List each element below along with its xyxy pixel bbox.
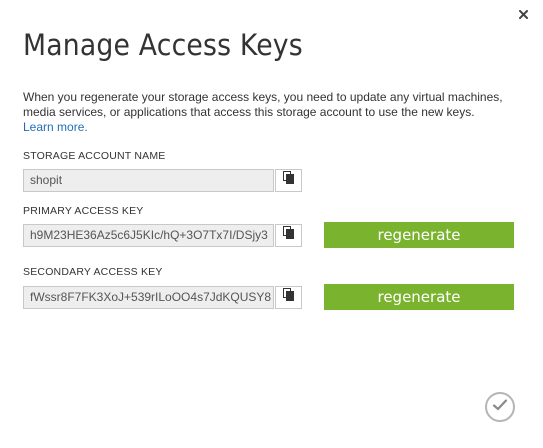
copy-icon [282, 226, 295, 245]
learn-more-link[interactable]: Learn more. [23, 120, 88, 134]
ok-button[interactable] [485, 392, 515, 422]
dialog-title: Manage Access Keys [23, 28, 303, 62]
checkmark-icon [492, 398, 508, 417]
manage-access-keys-dialog: Manage Access Keys When you regenerate y… [0, 0, 543, 448]
primary-access-key-field[interactable]: h9M23HE36Az5c6J5KIc/hQ+3O7Tx7I/DSjy3 [23, 224, 274, 247]
secondary-access-key-field[interactable]: fWssr8F7FK3XoJ+539rILoOO4s7JdKQUSY8 [23, 286, 274, 309]
description-text: When you regenerate your storage access … [23, 90, 503, 119]
dialog-description: When you regenerate your storage access … [23, 90, 513, 135]
copy-icon [282, 288, 295, 307]
close-icon[interactable] [515, 6, 531, 22]
copy-secondary-key-button[interactable] [275, 286, 302, 309]
secondary-access-key-label: SECONDARY ACCESS KEY [23, 266, 163, 278]
regenerate-primary-button[interactable]: regenerate [324, 222, 514, 248]
storage-account-name-label: STORAGE ACCOUNT NAME [23, 150, 166, 162]
copy-account-name-button[interactable] [275, 169, 302, 192]
copy-primary-key-button[interactable] [275, 224, 302, 247]
regenerate-secondary-button[interactable]: regenerate [324, 284, 514, 310]
storage-account-name-field[interactable]: shopit [23, 169, 274, 192]
primary-access-key-label: PRIMARY ACCESS KEY [23, 205, 144, 217]
copy-icon [282, 171, 295, 190]
